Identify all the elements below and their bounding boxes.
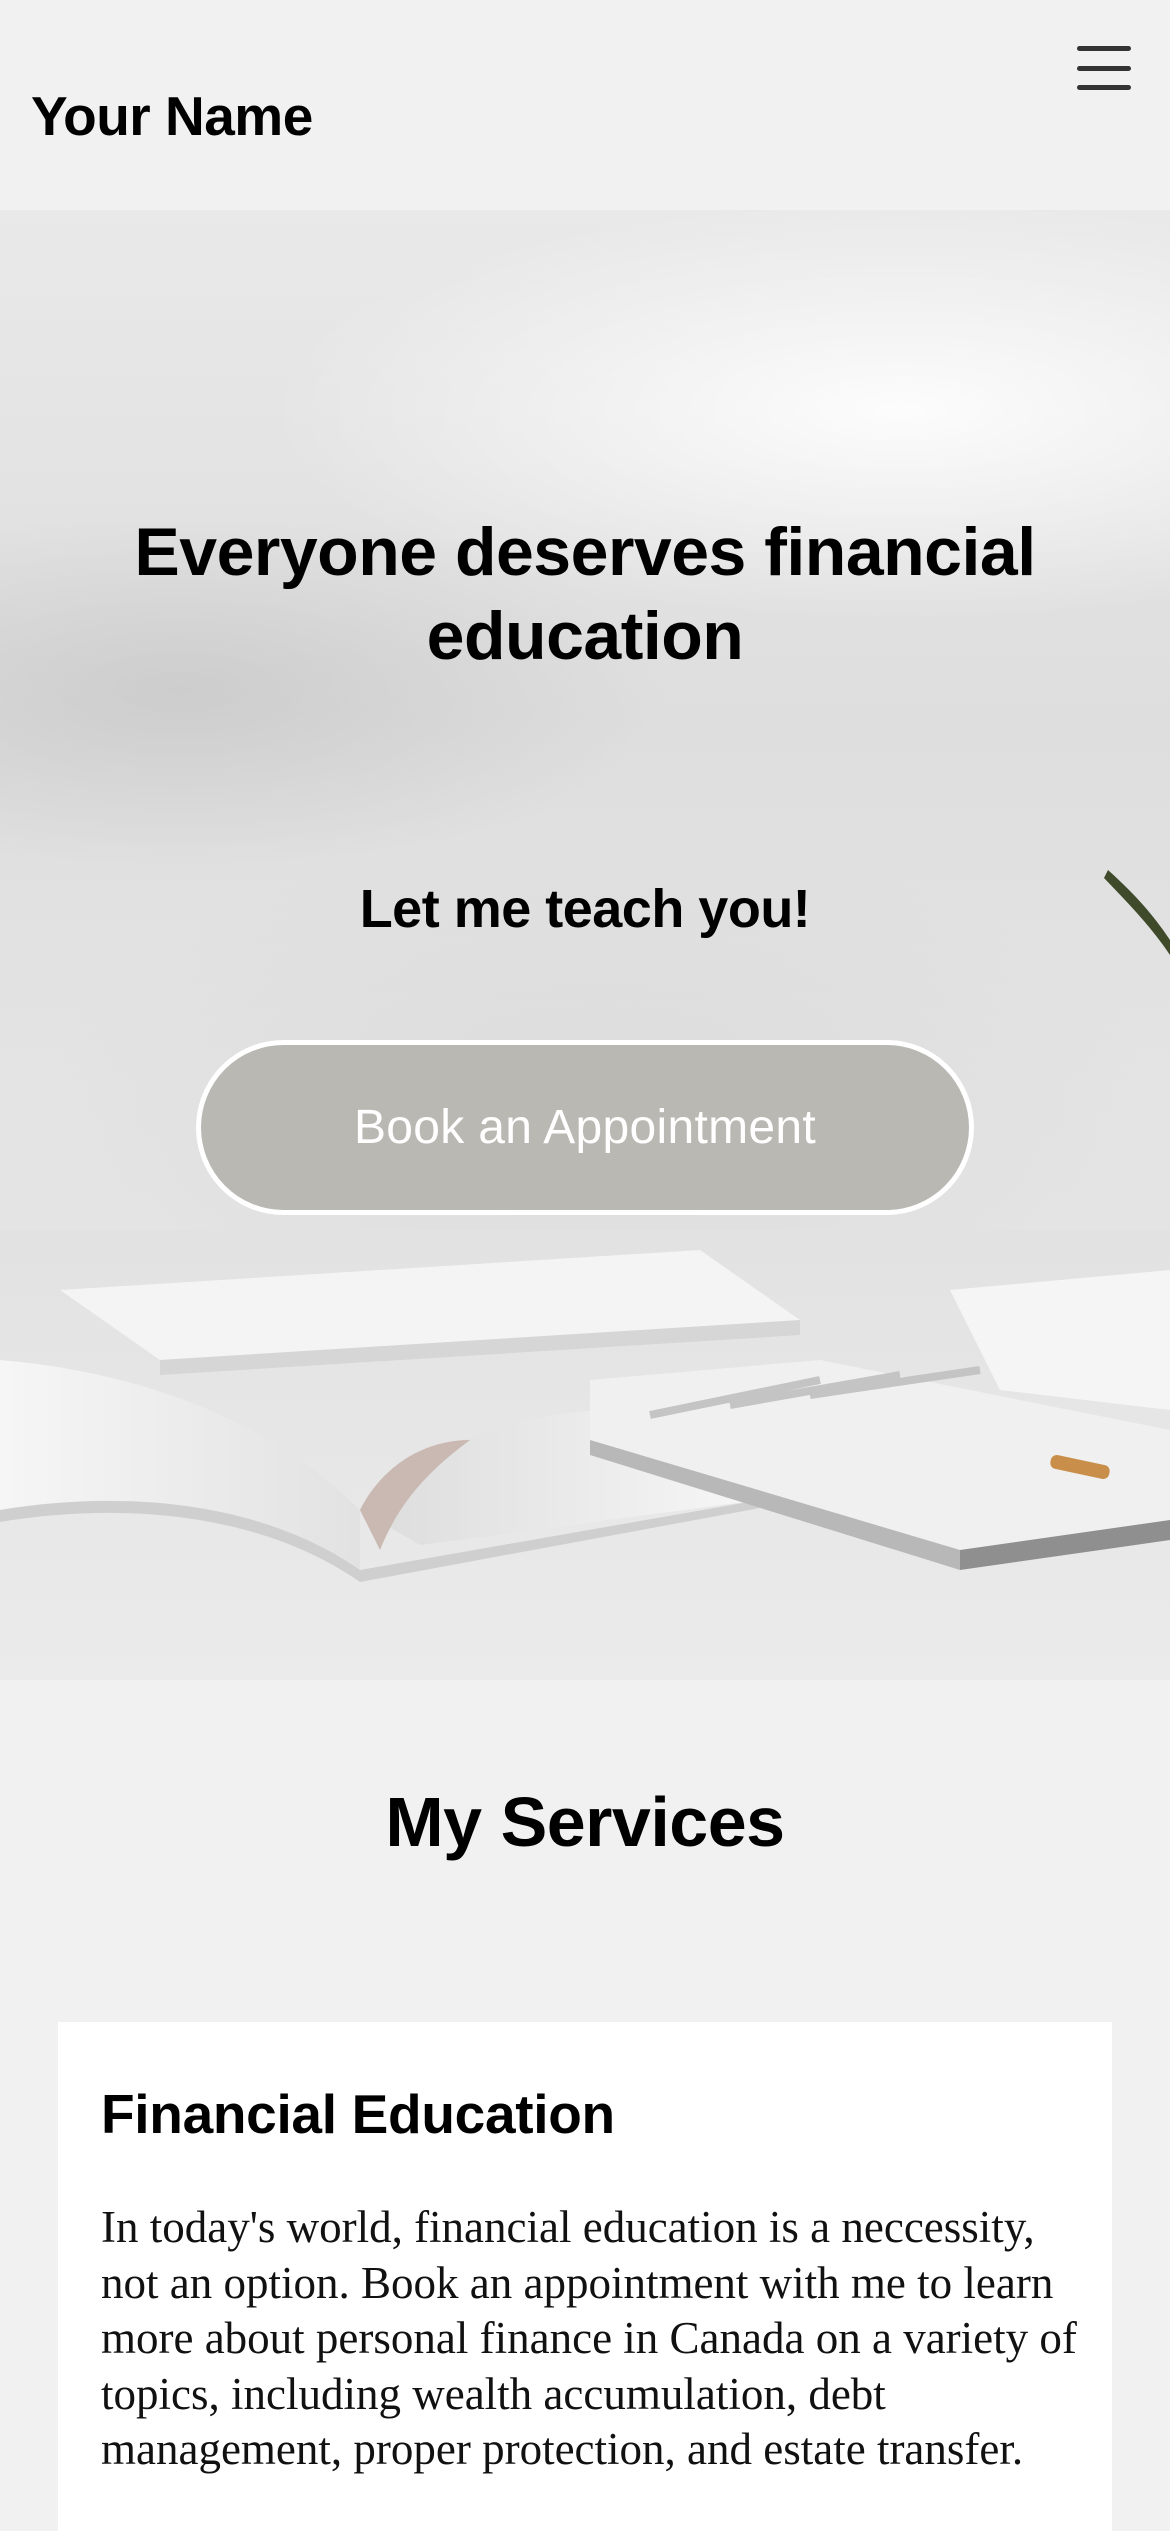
hero-headline: Everyone deserves financial education xyxy=(134,514,1036,674)
services-title: My Services xyxy=(385,1783,785,1861)
menu-line xyxy=(1077,46,1131,51)
service-card: Financial Education In today's world, fi… xyxy=(58,2022,1112,2531)
menu-line xyxy=(1077,65,1131,71)
service-card-description: In today's world, financial education is… xyxy=(101,2202,1077,2474)
site-title[interactable]: Your Name xyxy=(31,84,313,148)
services-section: My Services Financial Education In today… xyxy=(0,1680,1170,2531)
hero-subheadline: Let me teach you! xyxy=(359,879,811,939)
hero-section: Everyone deserves financial education Le… xyxy=(0,210,1170,1680)
menu-line xyxy=(1077,85,1131,90)
hamburger-menu-icon[interactable] xyxy=(1072,40,1136,96)
site-header: Your Name xyxy=(0,0,1170,210)
book-appointment-button[interactable]: Book an Appointment xyxy=(196,1040,974,1215)
service-card-title: Financial Education xyxy=(101,2083,615,2145)
plant-leaf xyxy=(1104,870,1170,955)
hero-background-image xyxy=(0,870,1170,1680)
